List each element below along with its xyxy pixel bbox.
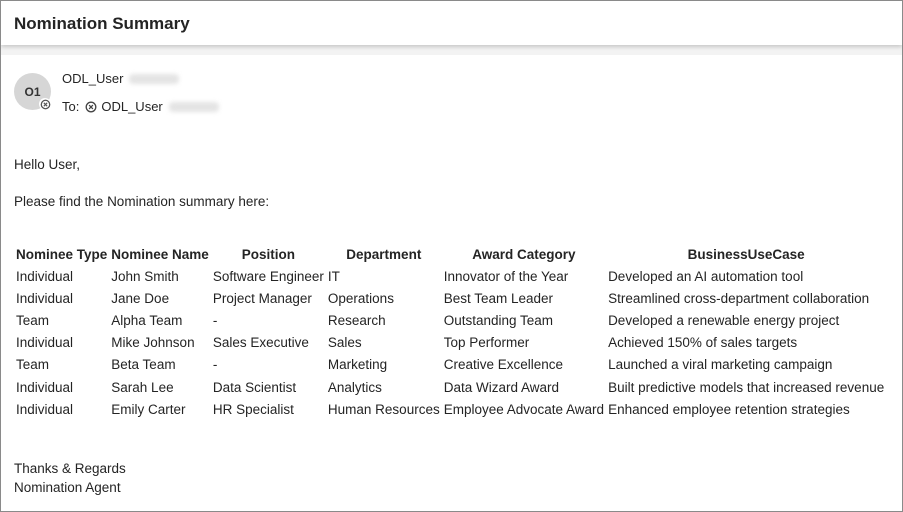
table-cell: Jane Doe	[111, 290, 170, 306]
table-cell: Mike Johnson	[111, 335, 195, 351]
table-cell: -	[212, 312, 218, 328]
table-cell: Launched a viral marketing campaign	[608, 357, 833, 373]
column-header: BusinessUseCase	[687, 247, 805, 262]
table-cell: Data Wizard Award	[443, 379, 560, 395]
table-cell: Software Engineer	[212, 268, 324, 284]
table-cell: Data Scientist	[212, 379, 297, 395]
table-row: Team Alpha Team - Research Outstanding T…	[14, 309, 886, 331]
table-cell: Individual	[16, 268, 74, 284]
table-cell: Achieved 150% of sales targets	[608, 335, 798, 351]
table-cell: Employee Advocate Award	[443, 401, 605, 417]
table-cell: Research	[327, 312, 386, 328]
table-header-row: Nominee Type Nominee Name Position Depar…	[14, 244, 886, 265]
recipient-line: To: ODL_User	[62, 99, 219, 114]
nomination-table: Nominee Type Nominee Name Position Depar…	[14, 244, 886, 420]
table-cell: Project Manager	[212, 290, 312, 306]
table-cell: Beta Team	[111, 357, 176, 373]
table-cell: Sarah Lee	[111, 379, 174, 395]
table-row: Individual John Smith Software Engineer …	[14, 265, 886, 287]
header-divider	[1, 45, 902, 55]
table-cell: Outstanding Team	[443, 312, 554, 328]
table-cell: Streamlined cross-department collaborati…	[608, 290, 870, 306]
table-cell: Individual	[16, 290, 74, 306]
table-cell: John Smith	[111, 268, 179, 284]
column-header: Department	[346, 247, 422, 262]
table-row: Individual Sarah Lee Data Scientist Anal…	[14, 376, 886, 398]
redacted-email	[168, 101, 219, 112]
sender-name[interactable]: ODL_User	[62, 71, 123, 86]
recipient-name[interactable]: ODL_User	[101, 99, 162, 114]
column-header: Position	[241, 247, 295, 262]
greeting-text: Hello User,	[14, 157, 81, 172]
table-cell: HR Specialist	[212, 401, 294, 417]
column-header: Award Category	[472, 247, 576, 262]
sender-line: ODL_User	[62, 71, 180, 86]
table-cell: Team	[16, 357, 50, 373]
table-cell: Team	[16, 312, 50, 328]
circle-x-icon	[40, 99, 50, 109]
column-header: Nominee Name	[111, 247, 209, 262]
table-cell: Individual	[16, 379, 74, 395]
table-cell: Developed a renewable energy project	[608, 312, 840, 328]
table-cell: Best Team Leader	[443, 290, 554, 306]
table-cell: Individual	[16, 401, 74, 417]
column-header: Nominee Type	[16, 247, 108, 262]
table-cell: Emily Carter	[111, 401, 186, 417]
table-cell: Top Performer	[443, 335, 530, 351]
table-row: Individual Emily Carter HR Specialist Hu…	[14, 398, 886, 420]
table-cell: Enhanced employee retention strategies	[608, 401, 850, 417]
table-row: Individual Mike Johnson Sales Executive …	[14, 332, 886, 354]
table-cell: IT	[327, 268, 340, 284]
table-cell: Marketing	[327, 357, 388, 373]
to-label: To:	[62, 99, 80, 114]
table-cell: Sales	[327, 335, 362, 351]
table-cell: Individual	[16, 335, 74, 351]
signature-text: Nomination Agent	[14, 480, 121, 495]
signoff-text: Thanks & Regards	[14, 461, 126, 476]
table-cell: Developed an AI automation tool	[608, 268, 804, 284]
table-cell: Innovator of the Year	[443, 268, 569, 284]
page-title: Nomination Summary	[14, 14, 190, 33]
table-row: Team Beta Team - Marketing Creative Exce…	[14, 354, 886, 376]
table-cell: Alpha Team	[111, 312, 183, 328]
email-window: Nomination Summary O1 ODL_User To: ODL_U…	[0, 0, 903, 512]
table-cell: Built predictive models that increased r…	[608, 379, 885, 395]
redacted-email	[129, 73, 180, 84]
table-cell: Operations	[327, 290, 394, 306]
table-cell: Human Resources	[327, 401, 440, 417]
table-cell: Analytics	[327, 379, 382, 395]
table-cell: Sales Executive	[212, 335, 309, 351]
intro-text: Please find the Nomination summary here:	[14, 194, 270, 209]
circle-x-icon	[85, 101, 97, 112]
presence-badge	[39, 98, 51, 110]
table-row: Individual Jane Doe Project Manager Oper…	[14, 287, 886, 309]
table-cell: Creative Excellence	[443, 357, 564, 373]
header-bar: Nomination Summary	[1, 1, 902, 45]
table-cell: -	[212, 357, 218, 373]
avatar-initials: O1	[24, 84, 41, 99]
